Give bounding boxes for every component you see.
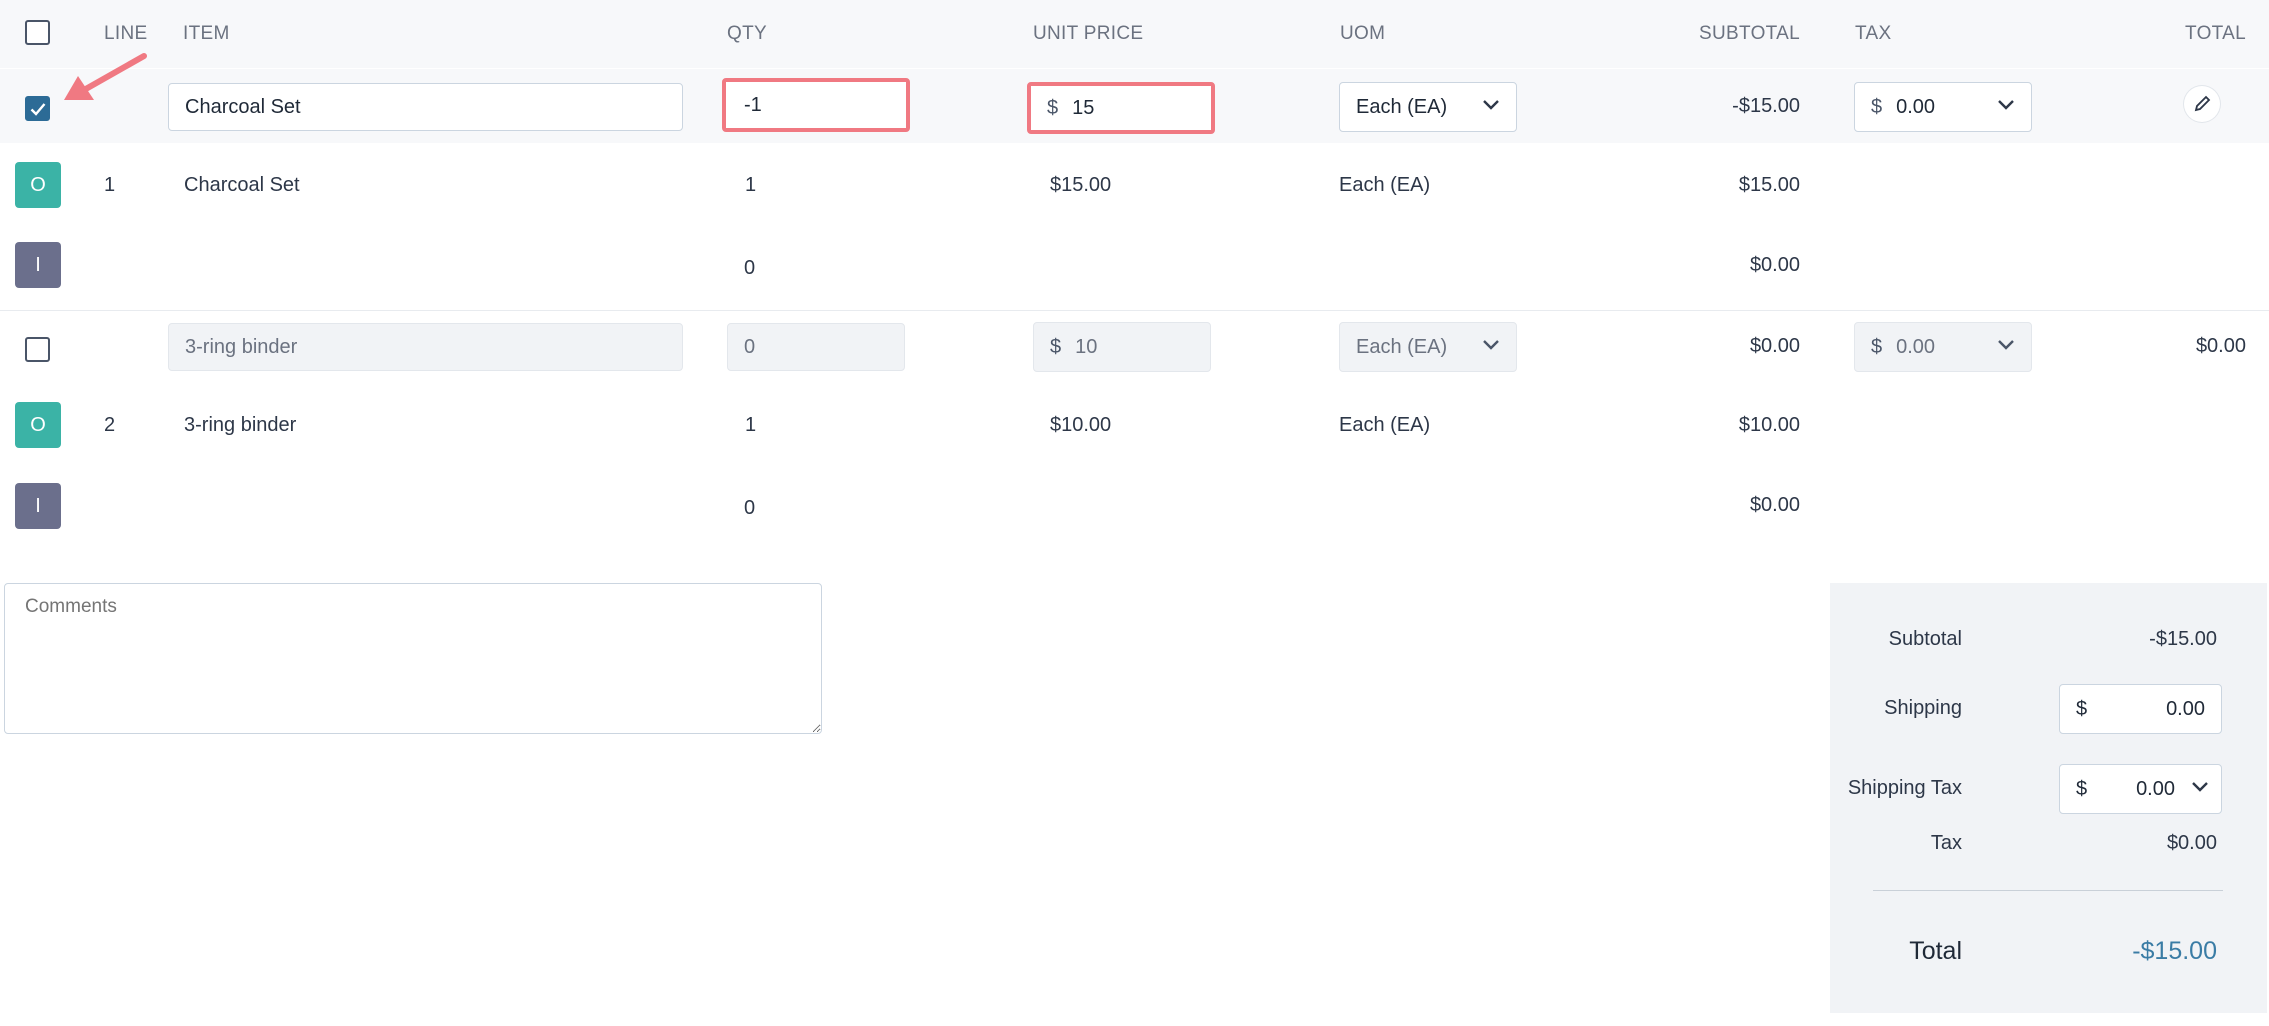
chevron-down-icon (2192, 782, 2208, 792)
line-subtotal-1: $15.00 (1738, 174, 1800, 196)
subtotal-value-edit-1: -$15.00 (1732, 95, 1800, 117)
column-header-total: TOTAL (2185, 23, 2246, 44)
column-header-uom: UOM (1340, 23, 1386, 44)
summary-divider (1873, 890, 2223, 891)
line-qty-1: 1 (745, 174, 757, 196)
summary-tax-value: $0.00 (2166, 832, 2217, 854)
summary-total-value: -$15.00 (2132, 937, 2217, 965)
unit-price-input-1[interactable]: $15 (1027, 82, 1215, 134)
tax-select-2[interactable]: $0.00 (1854, 322, 2032, 372)
ordered-badge-2: O (15, 402, 61, 448)
edit-button[interactable] (2184, 86, 2220, 122)
comments-textarea[interactable] (4, 583, 822, 734)
column-header-qty: QTY (727, 23, 767, 44)
invoiced-badge-1: I (15, 242, 61, 288)
row-divider (0, 310, 2269, 311)
chevron-down-icon (1483, 100, 1499, 110)
column-header-item: ITEM (183, 23, 230, 44)
column-header-subtotal: SUBTOTAL (1699, 23, 1800, 44)
column-header-tax: TAX (1855, 23, 1892, 44)
line-item-1: Charcoal Set (184, 174, 300, 196)
unit-price-input-2[interactable]: $10 (1033, 322, 1211, 372)
row-checkbox-1[interactable] (25, 96, 50, 121)
invoiced-qty-1: 0 (744, 257, 756, 279)
shipping-input[interactable]: $0.00 (2059, 684, 2222, 734)
line-unit-price-1: $15.00 (1050, 174, 1112, 196)
line-qty-2: 1 (745, 414, 757, 436)
line-uom-1: Each (EA) (1339, 174, 1431, 196)
pencil-icon (2194, 95, 2211, 112)
uom-select-2[interactable]: Each (EA) (1339, 322, 1517, 372)
select-all-checkbox[interactable] (25, 20, 50, 45)
summary-total-label: Total (1909, 937, 1962, 965)
item-input-1[interactable]: Charcoal Set (168, 83, 683, 131)
summary-shipping-tax-label: Shipping Tax (1847, 777, 1962, 799)
line-uom-2: Each (EA) (1339, 414, 1431, 436)
summary-subtotal-value: -$15.00 (2149, 628, 2217, 650)
tax-select-1[interactable]: $0.00 (1854, 82, 2032, 132)
column-header-line: LINE (104, 23, 148, 44)
invoiced-subtotal-1: $0.00 (1749, 254, 1800, 276)
subtotal-value-edit-2: $0.00 (1749, 335, 1800, 357)
chevron-down-icon (1998, 340, 2014, 350)
ordered-badge-1: O (15, 162, 61, 208)
line-subtotal-2: $10.00 (1738, 414, 1800, 436)
line-item-2: 3-ring binder (184, 414, 297, 436)
line-number-2: 2 (104, 414, 116, 436)
total-value-edit-2: $0.00 (2195, 335, 2246, 357)
line-unit-price-2: $10.00 (1050, 414, 1112, 436)
line-number-1: 1 (104, 174, 116, 196)
uom-select-1[interactable]: Each (EA) (1339, 82, 1517, 132)
chevron-down-icon (1998, 100, 2014, 110)
invoiced-subtotal-2: $0.00 (1749, 494, 1800, 516)
summary-shipping-label: Shipping (1884, 697, 1962, 719)
item-input-2[interactable]: 3-ring binder (168, 323, 683, 371)
summary-tax-label: Tax (1930, 832, 1962, 854)
summary-subtotal-label: Subtotal (1888, 628, 1962, 650)
arrow-indicator-icon (64, 53, 147, 100)
column-header-unit-price: UNIT PRICE (1033, 23, 1144, 44)
qty-input-1[interactable]: -1 (722, 78, 910, 132)
row-checkbox-2[interactable] (25, 337, 50, 362)
qty-input-2[interactable]: 0 (727, 323, 905, 371)
checkmark-icon (30, 103, 46, 116)
invoiced-qty-2: 0 (744, 497, 756, 519)
shipping-tax-select[interactable]: $0.00 (2059, 764, 2222, 814)
invoiced-badge-2: I (15, 483, 61, 529)
chevron-down-icon (1483, 340, 1499, 350)
